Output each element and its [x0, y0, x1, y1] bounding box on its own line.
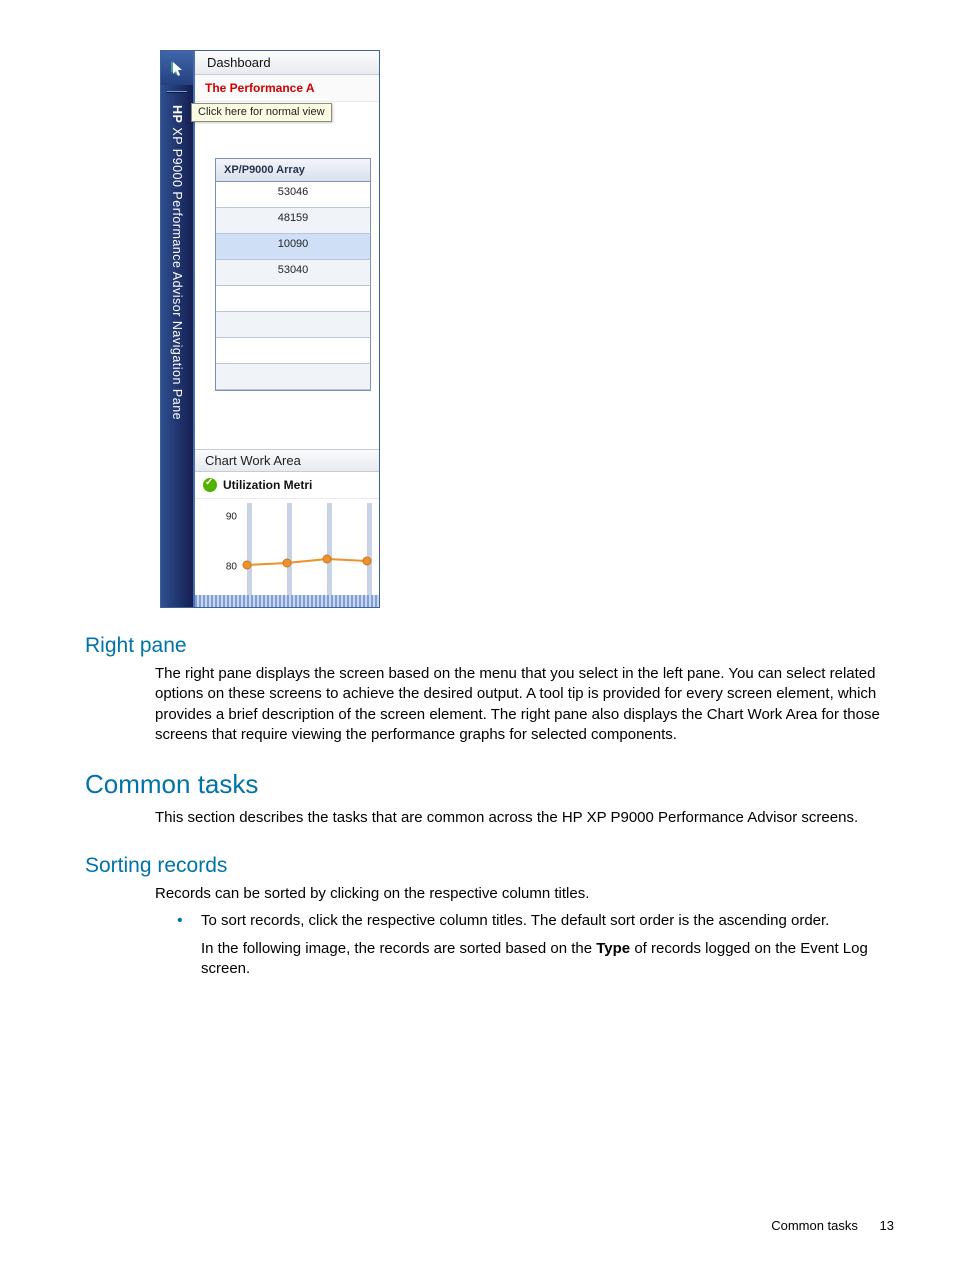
heading-sorting-records: Sorting records: [85, 854, 894, 878]
grid-header[interactable]: XP/P9000 Array: [216, 159, 371, 182]
utilization-chart: 90 80: [217, 503, 379, 595]
data-point: [243, 561, 252, 570]
list-item: To sort records, click the respective co…: [173, 911, 894, 980]
grid-row[interactable]: [216, 364, 371, 390]
grid-row[interactable]: [216, 286, 371, 312]
paragraph: The right pane displays the screen based…: [155, 664, 894, 745]
rail-title-rest: XP P9000 Performance Advisor Navigation …: [170, 127, 184, 420]
page-footer: Common tasks 13: [771, 1218, 894, 1233]
grid-row[interactable]: [216, 338, 371, 364]
resize-grip[interactable]: [195, 595, 379, 607]
chart-work-area-title: Chart Work Area: [195, 449, 379, 472]
app-screenshot: HP XP P9000 Performance Advisor Navigati…: [160, 50, 380, 608]
grid-row[interactable]: 48159: [216, 208, 371, 234]
data-point: [323, 555, 332, 564]
grid-row[interactable]: [216, 312, 371, 338]
paragraph: This section describes the tasks that ar…: [155, 808, 894, 828]
heading-common-tasks: Common tasks: [85, 769, 894, 800]
data-point: [363, 557, 372, 566]
status-header: The Performance A: [195, 75, 379, 102]
navigation-rail[interactable]: HP XP P9000 Performance Advisor Navigati…: [161, 51, 193, 607]
metric-row[interactable]: Utilization Metri: [195, 472, 379, 499]
tooltip-row: Click here for normal view: [195, 102, 379, 130]
grid-row[interactable]: 53040: [216, 260, 371, 286]
data-point: [283, 559, 292, 568]
metric-label: Utilization Metri: [223, 478, 312, 492]
grid-row[interactable]: 53046: [216, 182, 371, 208]
rail-title: HP XP P9000 Performance Advisor Navigati…: [170, 105, 184, 420]
cursor-icon[interactable]: [161, 51, 193, 85]
rail-title-bold: HP: [170, 105, 184, 123]
check-icon: [203, 478, 217, 492]
bullet-subtext: In the following image, the records are …: [201, 939, 894, 980]
heading-right-pane: Right pane: [85, 634, 894, 658]
paragraph: Records can be sorted by clicking on the…: [155, 884, 894, 904]
array-grid[interactable]: XP/P9000 Array 53046 48159 10090 53040: [215, 158, 371, 391]
grid-row[interactable]: 10090: [216, 234, 371, 260]
footer-section: Common tasks: [771, 1218, 858, 1233]
rail-divider: [167, 91, 186, 93]
dashboard-title: Dashboard: [195, 51, 379, 75]
normal-view-tooltip: Click here for normal view: [191, 103, 332, 122]
bullet-text: To sort records, click the respective co…: [201, 912, 829, 929]
page-number: 13: [880, 1218, 894, 1233]
bullet-list: To sort records, click the respective co…: [173, 911, 894, 980]
right-column: Dashboard The Performance A Click here f…: [193, 51, 379, 607]
